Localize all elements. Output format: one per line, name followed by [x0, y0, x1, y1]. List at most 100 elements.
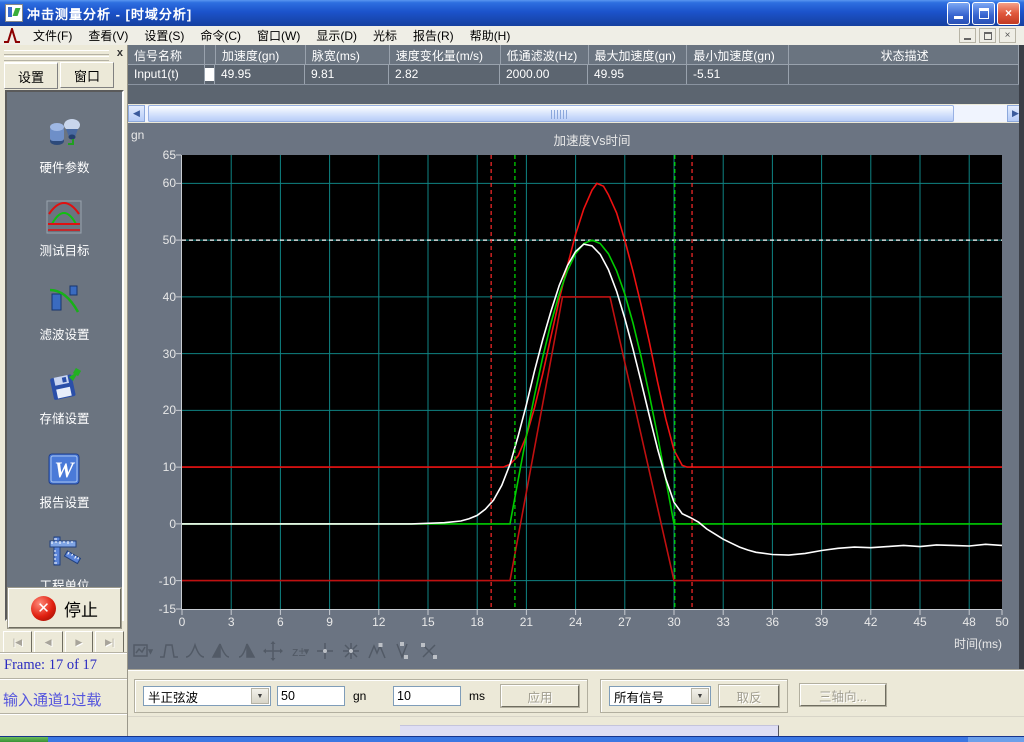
menu-item-5[interactable]: 窗口(W) — [249, 25, 308, 46]
close-icon[interactable]: x — [117, 47, 123, 59]
value-cell: 49.95 — [215, 65, 305, 84]
signal-select-value: 所有信号 — [614, 687, 664, 706]
amplitude-input[interactable] — [277, 686, 345, 706]
settings-panel: 硬件参数测试目标滤波设置存储设置 W报告设置工程单位 — [5, 90, 124, 621]
signal-name-cell: Input1(t) — [128, 65, 205, 84]
x-tick-label: 39 — [807, 615, 837, 629]
tab-设置[interactable]: 设置 — [4, 62, 58, 89]
menu-item-6[interactable]: 显示(D) — [308, 25, 365, 46]
x-tick-label: 0 — [167, 615, 197, 629]
menu-item-8[interactable]: 报告(R) — [405, 25, 462, 46]
column-header — [205, 45, 216, 64]
cursor-star-icon[interactable] — [341, 641, 361, 664]
menu-item-1[interactable]: 文件(F) — [25, 25, 80, 46]
toolbar-gripper[interactable]: x — [4, 49, 123, 61]
sidebar-item-测试目标[interactable]: 测试目标 — [39, 200, 89, 259]
pan-icon[interactable] — [263, 641, 283, 664]
pulse-fill-right-icon[interactable] — [237, 641, 257, 664]
stop-button[interactable]: ✕ 停止 — [8, 588, 121, 628]
y-tick-label: 0 — [134, 517, 176, 531]
restore-button[interactable] — [972, 2, 995, 25]
valley-marker-icon[interactable] — [393, 641, 413, 664]
chevron-down-icon[interactable]: ▼ — [251, 688, 269, 704]
zoom-z-icon[interactable]: z± — [289, 641, 309, 664]
chevron-down-icon[interactable]: ▼ — [691, 688, 709, 704]
apply-button[interactable]: 应用 — [501, 685, 579, 707]
pulse-fill-left-icon[interactable] — [211, 641, 231, 664]
horizontal-scrollbar[interactable]: ◀ ▶ — [128, 105, 1024, 122]
svg-text:z±: z± — [292, 644, 306, 659]
y-tick-label: 10 — [134, 460, 176, 474]
menu-item-2[interactable]: 查看(V) — [80, 25, 136, 46]
next-frame-button[interactable]: ▶ — [65, 631, 94, 653]
prev-frame-button[interactable]: ◀ — [34, 631, 63, 653]
first-frame-button[interactable]: |◀ — [3, 631, 32, 653]
stop-icon: ✕ — [31, 596, 56, 621]
x-axis-unit: 时间(ms) — [922, 635, 1002, 652]
cursor-cross-icon[interactable] — [315, 641, 335, 664]
chart-area: gn 加速度Vs时间 656050403020100-10-15 0369121… — [128, 123, 1024, 669]
sidebar-item-硬件参数[interactable]: 硬件参数 — [39, 117, 89, 176]
menu-item-4[interactable]: 命令(C) — [192, 25, 249, 46]
sidebar-item-报告设置[interactable]: W报告设置 — [39, 452, 89, 511]
close-button[interactable]: × — [997, 2, 1020, 25]
tab-窗口[interactable]: 窗口 — [60, 62, 114, 88]
menu-item-7[interactable]: 光标 — [365, 25, 405, 46]
y-tick-label: 20 — [134, 403, 176, 417]
sidebar-item-label: 测试目标 — [39, 240, 89, 259]
scrollbar-thumb[interactable] — [148, 105, 954, 122]
start-button[interactable] — [0, 737, 48, 742]
invert-button[interactable]: 取反 — [719, 685, 779, 707]
menu-item-3[interactable]: 设置(S) — [136, 25, 192, 46]
sidebar-item-存储设置[interactable]: 存储设置 — [39, 368, 89, 427]
target-icon — [46, 200, 82, 237]
amplitude-unit-label: gn — [353, 689, 366, 703]
peak-marker-icon[interactable] — [367, 641, 387, 664]
last-frame-button[interactable]: ▶| — [95, 631, 124, 653]
menu-bar: 文件(F)查看(V)设置(S)命令(C)窗口(W)显示(D)光标报告(R)帮助(… — [0, 26, 1024, 46]
title-bar: 冲击测量分析 - [时域分析] × — [0, 0, 1024, 26]
pulse-settings-group: 半正弦波 ▼ gn ms 应用 — [134, 679, 588, 713]
x-tick-label: 3 — [216, 615, 246, 629]
waveform-plot[interactable] — [128, 123, 1024, 669]
y-tick-label: 60 — [134, 176, 176, 190]
column-header: 低通滤波(Hz) — [501, 45, 589, 64]
x-tick-label: 24 — [561, 615, 591, 629]
mdi-minimize-button[interactable] — [959, 28, 976, 43]
y-tick-label: 40 — [134, 290, 176, 304]
scroll-left-arrow[interactable]: ◀ — [128, 105, 145, 122]
column-header: 脉宽(ms) — [306, 45, 390, 64]
pulse-shoulder-icon[interactable] — [159, 641, 179, 664]
value-cell: 9.81 — [305, 65, 389, 84]
table-row[interactable]: Input1(t)49.959.812.822000.0049.95-5.51 — [128, 65, 1019, 85]
value-cell: 49.95 — [588, 65, 687, 84]
pulse-halfsine-icon[interactable] — [185, 641, 205, 664]
app-icon — [5, 4, 23, 22]
column-header: 速度变化量(m/s) — [390, 45, 501, 64]
minimize-button[interactable] — [947, 2, 970, 25]
wave-type-select[interactable]: 半正弦波 ▼ — [143, 686, 271, 706]
x-tick-label: 42 — [856, 615, 886, 629]
triaxial-button[interactable]: 三轴向... — [800, 684, 886, 706]
mdi-restore-button[interactable] — [979, 28, 996, 43]
sidebar-item-工程单位[interactable]: 工程单位 — [39, 535, 89, 594]
taskbar — [0, 736, 1024, 742]
controls-bar: 半正弦波 ▼ gn ms 应用 所有信号 ▼ 取反 三轴向... — [128, 670, 1024, 717]
chart-select-icon[interactable] — [133, 641, 153, 664]
mdi-close-button[interactable]: × — [999, 28, 1016, 43]
signal-select[interactable]: 所有信号 ▼ — [609, 686, 711, 706]
x-tick-label: 50 — [987, 615, 1017, 629]
report-icon: W — [46, 452, 82, 489]
menu-item-9[interactable]: 帮助(H) — [462, 25, 519, 46]
pulse-width-unit-label: ms — [469, 689, 485, 703]
pulse-width-input[interactable] — [393, 686, 461, 706]
y-tick-label: 65 — [134, 148, 176, 162]
sidebar-item-滤波设置[interactable]: 滤波设置 — [39, 284, 89, 343]
value-cell: 2000.00 — [500, 65, 588, 84]
delete-cursor-icon[interactable] — [419, 641, 439, 664]
wave-type-value: 半正弦波 — [148, 687, 198, 706]
filter-icon — [46, 284, 82, 321]
x-tick-label: 33 — [708, 615, 738, 629]
storage-icon — [46, 368, 82, 405]
column-header: 信号名称 — [128, 45, 205, 64]
